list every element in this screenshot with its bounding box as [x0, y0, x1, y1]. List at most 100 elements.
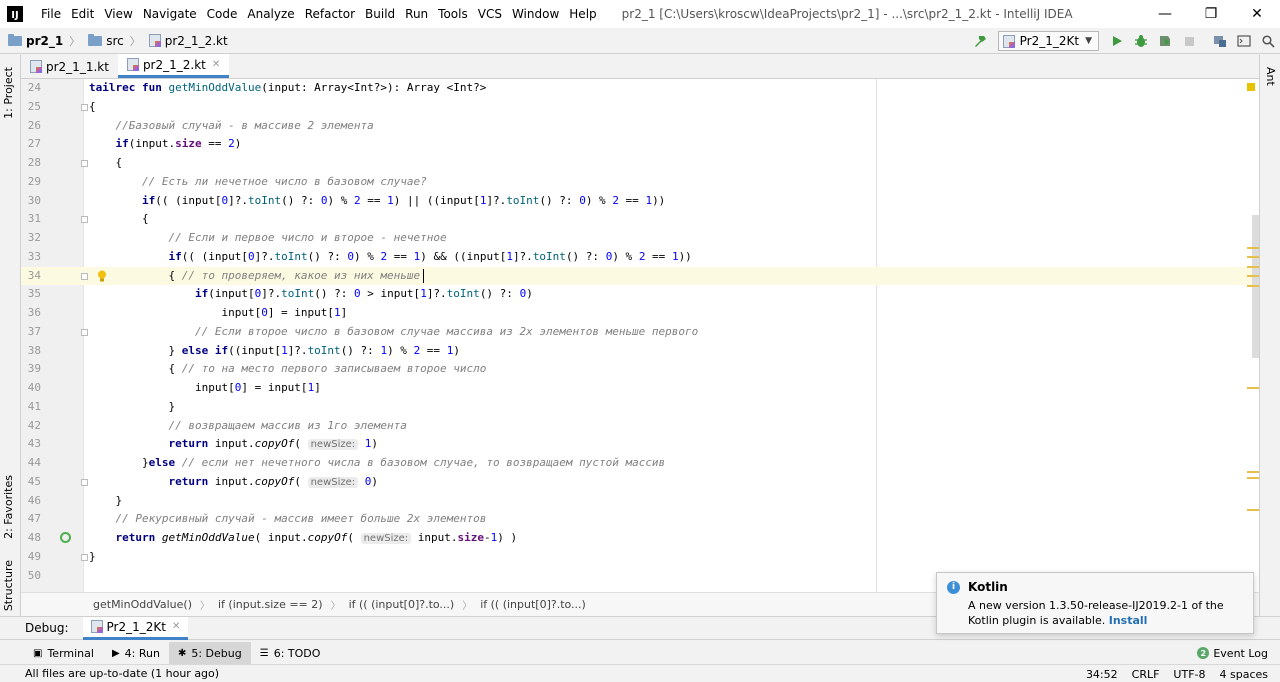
- code-line[interactable]: 49}: [21, 548, 1259, 567]
- build-hammer-icon[interactable]: [969, 30, 991, 52]
- menu-build[interactable]: Build: [360, 7, 400, 21]
- fold-toggle-icon[interactable]: [81, 272, 88, 280]
- warning-stripe-marker[interactable]: [1247, 471, 1259, 473]
- code-text: if(( (input[0]?.toInt() ?: 0) % 2 == 1) …: [168, 249, 692, 263]
- event-log-button[interactable]: 2 Event Log: [1197, 642, 1268, 664]
- ant-tool-tab[interactable]: Ant: [1264, 67, 1277, 86]
- menu-file[interactable]: File: [36, 7, 66, 21]
- code-line[interactable]: 36 input[0] = input[1]: [21, 304, 1259, 323]
- install-plugin-link[interactable]: Install: [1109, 614, 1148, 627]
- menu-tools[interactable]: Tools: [433, 7, 473, 21]
- project-structure-icon[interactable]: [1209, 30, 1231, 52]
- run-icon[interactable]: [1106, 30, 1128, 52]
- inspection-warning-icon[interactable]: [1247, 83, 1255, 91]
- fold-toggle-icon[interactable]: [81, 328, 88, 336]
- code-line[interactable]: 43 return input.copyOf( newSize: 1): [21, 435, 1259, 454]
- menu-window[interactable]: Window: [507, 7, 564, 21]
- warning-stripe-marker[interactable]: [1247, 477, 1259, 479]
- code-line[interactable]: 39 { // то на место первого записываем в…: [21, 360, 1259, 379]
- run-with-coverage-icon[interactable]: [1154, 30, 1176, 52]
- menu-edit[interactable]: Edit: [66, 7, 99, 21]
- run-configuration-select[interactable]: Pr2_1_2Kt ▼: [997, 31, 1099, 51]
- fold-toggle-icon[interactable]: [81, 553, 88, 561]
- warning-stripe-marker[interactable]: [1247, 387, 1259, 389]
- stop-icon[interactable]: [1178, 30, 1200, 52]
- nav-crumb-project[interactable]: pr2_1 〉: [8, 33, 80, 49]
- warning-stripe-marker[interactable]: [1247, 256, 1259, 258]
- warning-stripe-marker[interactable]: [1247, 266, 1259, 268]
- code-line[interactable]: 44 }else // если нет нечетного числа в б…: [21, 454, 1259, 473]
- menu-navigate[interactable]: Navigate: [138, 7, 202, 21]
- debug-bug-icon[interactable]: [1130, 30, 1152, 52]
- terminal-window-icon[interactable]: [1233, 30, 1255, 52]
- code-line[interactable]: 31 {: [21, 210, 1259, 229]
- code-line[interactable]: 32 // Если и первое число и второе - неч…: [21, 229, 1259, 248]
- code-line[interactable]: 33 if(( (input[0]?.toInt() ?: 0) % 2 == …: [21, 248, 1259, 267]
- code-breadcrumb-item[interactable]: if (input.size == 2): [218, 598, 323, 611]
- menu-vcs[interactable]: VCS: [473, 7, 507, 21]
- code-breadcrumb-item[interactable]: if (( (input[0]?.to...): [349, 598, 455, 611]
- menu-refactor[interactable]: Refactor: [300, 7, 360, 21]
- code-line[interactable]: 24 tailrec fun getMinOddValue(input: Arra…: [21, 79, 1259, 98]
- menu-run[interactable]: Run: [400, 7, 433, 21]
- menu-view[interactable]: View: [99, 7, 137, 21]
- warning-stripe-marker[interactable]: [1247, 285, 1259, 287]
- editor-tab-pr2_1_2-kt[interactable]: pr2_1_2.kt ✕: [117, 54, 230, 78]
- tool-window-4-run[interactable]: ▶ 4: Run: [103, 642, 169, 664]
- indent-setting[interactable]: 4 spaces: [1220, 668, 1269, 681]
- menu-analyze[interactable]: Analyze: [242, 7, 299, 21]
- close-icon[interactable]: ✕: [212, 59, 220, 70]
- code-line[interactable]: 35 if(input[0]?.toInt() ?: 0 > input[1]?…: [21, 285, 1259, 304]
- lightbulb-icon[interactable]: [97, 270, 107, 282]
- line-number: 31: [27, 212, 41, 226]
- code-line[interactable]: 46 }: [21, 492, 1259, 511]
- close-icon[interactable]: ✕: [172, 621, 180, 632]
- file-encoding[interactable]: UTF-8: [1173, 668, 1205, 681]
- minimize-button[interactable]: —: [1142, 0, 1188, 28]
- code-line[interactable]: 25 {: [21, 98, 1259, 117]
- favorites-tool-tab[interactable]: 2: Favorites: [2, 475, 15, 539]
- line-separator[interactable]: CRLF: [1132, 668, 1160, 681]
- code-line[interactable]: 30 if(( (input[0]?.toInt() ?: 0) % 2 == …: [21, 192, 1259, 211]
- fold-toggle-icon[interactable]: [81, 478, 88, 486]
- source-folder-icon: [88, 33, 103, 46]
- code-line[interactable]: 29 // Есть ли нечетное число в базовом с…: [21, 173, 1259, 192]
- nav-crumb-file[interactable]: pr2_1_2.kt: [148, 34, 228, 48]
- code-line[interactable]: 26 //Базовый случай - в массиве 2 элемен…: [21, 117, 1259, 136]
- nav-crumb-src[interactable]: src 〉: [88, 33, 141, 49]
- code-editor[interactable]: 24 tailrec fun getMinOddValue(input: Arra…: [21, 79, 1259, 592]
- menu-code[interactable]: Code: [202, 7, 243, 21]
- code-line[interactable]: 37 // Если второе число в базовом случае…: [21, 323, 1259, 342]
- code-text: return input.copyOf( newSize: 0): [168, 474, 379, 488]
- fold-toggle-icon[interactable]: [81, 160, 88, 167]
- project-tool-tab[interactable]: 1: Project: [2, 67, 15, 119]
- code-breadcrumb-item[interactable]: if (( (input[0]?.to...): [480, 598, 586, 611]
- code-line[interactable]: 34 { // то проверяем, какое из них меньш…: [21, 266, 1259, 286]
- code-line[interactable]: 38 } else if((input[1]?.toInt() ?: 1) % …: [21, 342, 1259, 361]
- chevron-right-icon: 〉: [462, 601, 473, 612]
- code-line[interactable]: 48 return getMinOddValue( input.copyOf( …: [21, 529, 1259, 548]
- fold-toggle-icon[interactable]: [81, 103, 88, 111]
- maximize-button[interactable]: ❐: [1188, 0, 1234, 28]
- editor-tab-pr2_1_1-kt[interactable]: pr2_1_1.kt: [21, 55, 118, 78]
- tool-window-terminal[interactable]: ▣ Terminal: [24, 642, 103, 664]
- search-everywhere-icon[interactable]: [1257, 30, 1279, 52]
- close-window-button[interactable]: ✕: [1234, 0, 1280, 28]
- caret-position[interactable]: 34:52: [1086, 668, 1118, 681]
- fold-toggle-icon[interactable]: [81, 216, 88, 224]
- code-breadcrumb-item[interactable]: getMinOddValue(): [93, 598, 192, 611]
- warning-stripe-marker[interactable]: [1247, 247, 1259, 249]
- code-line[interactable]: 40 input[0] = input[1]: [21, 379, 1259, 398]
- tool-window-5-debug[interactable]: ✱ 5: Debug: [168, 642, 251, 664]
- warning-stripe-marker[interactable]: [1247, 275, 1259, 277]
- code-line[interactable]: 42 // возвращаем массив из 1го элемента: [21, 417, 1259, 436]
- code-line[interactable]: 28 {: [21, 154, 1259, 173]
- warning-stripe-marker[interactable]: [1247, 509, 1259, 511]
- debug-session-tab[interactable]: Pr2_1_2Kt ✕: [82, 616, 189, 640]
- menu-help[interactable]: Help: [564, 7, 601, 21]
- code-line[interactable]: 47 // Рекурсивный случай - массив имеет …: [21, 510, 1259, 529]
- code-line[interactable]: 41 }: [21, 398, 1259, 417]
- tool-window-6-todo[interactable]: ☰ 6: TODO: [251, 642, 330, 664]
- code-line[interactable]: 45 return input.copyOf( newSize: 0): [21, 473, 1259, 492]
- code-line[interactable]: 27 if(input.size == 2): [21, 135, 1259, 154]
